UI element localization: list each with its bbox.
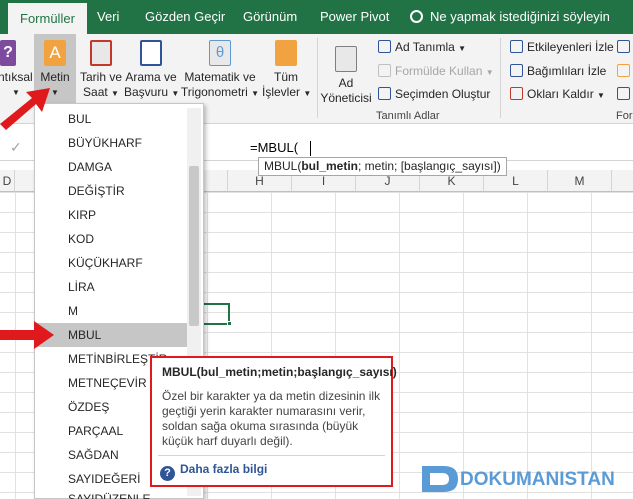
ribbon-separator <box>500 38 501 118</box>
group-label-formul-denetimi: For <box>616 110 633 122</box>
tooltip-current-arg: bul_metin <box>301 159 359 173</box>
chevron-down-icon: ▼ <box>458 44 467 53</box>
menu-scrollbar-thumb[interactable] <box>189 166 199 326</box>
create-from-selection-icon <box>378 87 391 100</box>
active-cell[interactable] <box>200 303 230 325</box>
red-arrow-pointer-upper <box>0 88 50 130</box>
tell-me-box[interactable]: Ne yapmak istediğinizi söyleyin <box>410 0 610 34</box>
help-title: MBUL(bul_metin;metin;başlangıç_sayısı) <box>162 365 397 379</box>
search-icon <box>140 40 162 66</box>
column-header-m[interactable]: M <box>548 170 612 192</box>
logical-icon: ? <box>0 40 16 66</box>
menu-item-sayiduzenle[interactable]: SAYIDÜZENLE <box>35 491 187 499</box>
logo-d-icon <box>422 466 458 492</box>
menu-item-buyukharf[interactable]: BÜYÜKHARF <box>35 131 187 155</box>
ribbon-tab-bar: Formüller Veri Gözden Geçir Görünüm Powe… <box>0 0 633 34</box>
error-checking-icon[interactable] <box>617 64 630 78</box>
tab-gorunum[interactable]: Görünüm <box>243 0 297 34</box>
ad-tanimla-button[interactable]: Ad Tanımla ▼ <box>378 40 466 54</box>
menu-item-kucukharf[interactable]: KÜÇÜKHARF <box>35 251 187 275</box>
remove-arrows-icon <box>510 87 523 100</box>
etkileyenleri-izle-button[interactable]: Etkileyenleri İzle <box>510 40 614 54</box>
formula-fx-icon <box>378 64 391 77</box>
chevron-down-icon: ▼ <box>111 89 119 98</box>
show-formulas-icon[interactable] <box>617 40 630 54</box>
trace-dependents-icon <box>510 64 523 77</box>
oklari-kaldir-button[interactable]: Okları Kaldır ▼ <box>510 87 605 101</box>
menu-item-mbul[interactable]: MBUL <box>35 323 187 347</box>
lightbulb-icon <box>410 10 423 23</box>
dokumanistan-logo: DOKUMANISTAN <box>418 462 633 496</box>
column-header-d[interactable]: D <box>0 170 15 192</box>
theta-icon: θ <box>209 40 231 66</box>
matematik-button[interactable]: θ Matematik ve Trigonometri ▼ <box>180 40 260 101</box>
menu-item-kirp[interactable]: KIRP <box>35 203 187 227</box>
book-icon <box>275 40 297 66</box>
function-help-popup: MBUL(bul_metin;metin;başlangıç_sayısı) Ö… <box>150 356 397 487</box>
help-description: Özel bir karakter ya da metin dizesinin … <box>162 389 381 448</box>
chevron-down-icon: ▼ <box>251 89 260 98</box>
chevron-down-icon: ▼ <box>171 89 180 98</box>
ad-yoneticisi-button[interactable]: Ad Yöneticisi <box>318 46 374 106</box>
bagimlilari-izle-button[interactable]: Bağımlıları İzle <box>510 64 606 78</box>
chevron-down-icon: ▼ <box>597 91 605 100</box>
enter-check-icon[interactable]: ✓ <box>10 139 22 156</box>
tab-veri[interactable]: Veri <box>97 0 119 34</box>
help-divider <box>158 455 385 456</box>
arama-basvuru-button[interactable]: Arama ve Başvuru ▼ <box>124 40 180 101</box>
fill-handle[interactable] <box>227 321 232 326</box>
formulde-kullan-button[interactable]: Formülde Kullan ▼ <box>378 64 494 78</box>
secimden-olustur-button[interactable]: Seçimden Oluştur <box>378 87 490 101</box>
help-link[interactable]: ? Daha fazla bilgi <box>160 462 267 481</box>
text-a-icon: A <box>44 40 66 66</box>
tag-icon <box>378 40 391 53</box>
chevron-down-icon: ▼ <box>303 89 312 98</box>
evaluate-formula-icon[interactable] <box>617 87 630 101</box>
tab-formuller[interactable]: Formüller <box>8 3 87 34</box>
menu-item-damga[interactable]: DAMGA <box>35 155 187 179</box>
text-cursor <box>310 141 311 156</box>
tooltip-rest-args: ; metin; [başlangıç_sayısı]) <box>358 159 501 173</box>
chevron-down-icon: ▼ <box>485 68 494 77</box>
menu-item-kod[interactable]: KOD <box>35 227 187 251</box>
logo-text: DOKUMANISTAN <box>460 469 615 490</box>
tab-power-pivot[interactable]: Power Pivot <box>320 0 389 34</box>
tum-islevler-button[interactable]: Tüm İşlevler ▼ <box>262 40 312 101</box>
tooltip-function[interactable]: MBUL( <box>264 159 301 173</box>
function-arguments-tooltip: MBUL(bul_metin; metin; [başlangıç_sayısı… <box>258 157 507 176</box>
formula-input[interactable]: =MBUL( <box>250 140 298 155</box>
menu-item-lira[interactable]: LİRA <box>35 275 187 299</box>
help-question-icon: ? <box>160 466 175 481</box>
red-arrow-pointer-mbul <box>0 321 54 349</box>
group-label-tanimli-adlar: Tanımlı Adlar <box>376 110 440 122</box>
calendar-icon <box>90 40 112 66</box>
tarih-saat-button[interactable]: Tarih ve Saat ▼ <box>80 40 122 101</box>
column-header-next <box>612 170 633 192</box>
trace-precedents-icon <box>510 40 523 53</box>
menu-item-degistir[interactable]: DEĞİŞTİR <box>35 179 187 203</box>
tab-gozden-gecir[interactable]: Gözden Geçir <box>145 0 225 34</box>
menu-item-m[interactable]: M <box>35 299 187 323</box>
name-manager-icon <box>335 46 357 72</box>
